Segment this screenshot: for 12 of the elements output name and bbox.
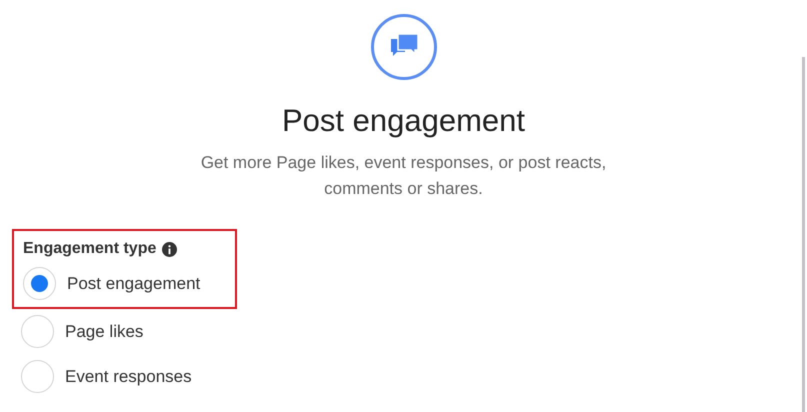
info-icon[interactable] [162, 242, 178, 256]
option-label: Page likes [65, 320, 144, 343]
option-label: Event responses [65, 366, 192, 388]
radio-button[interactable] [21, 315, 54, 348]
option-label: Post engagement [67, 272, 200, 295]
section-label: Engagement type [23, 239, 156, 259]
radio-button[interactable] [21, 360, 54, 393]
chat-bubbles-icon [370, 14, 436, 80]
page-title: Post engagement [282, 102, 525, 140]
radio-button[interactable] [23, 267, 56, 300]
scrollbar[interactable] [802, 57, 805, 412]
description: Get more Page likes, event responses, or post reacts, comments or shares. [200, 152, 608, 200]
